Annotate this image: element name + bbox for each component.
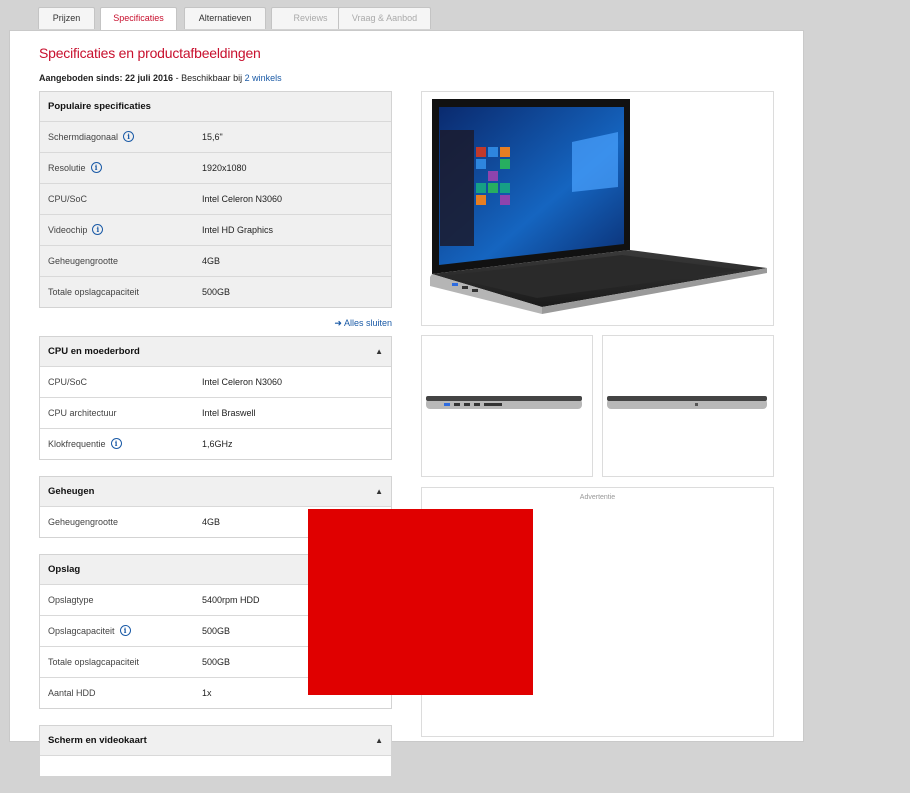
info-icon[interactable]: i	[110, 438, 122, 450]
chevron-up-icon: ▲	[375, 487, 383, 496]
spec-label: Geheugengrootte	[48, 517, 119, 527]
spec-value: 1920x1080	[202, 163, 247, 173]
spec-label: Aantal HDD	[48, 688, 96, 698]
spec-label: Klokfrequentie i	[48, 429, 122, 459]
spec-label: CPU architectuur	[48, 408, 117, 418]
laptop-side-image	[426, 396, 582, 409]
spec-label: Opslagcapaciteit i	[48, 616, 131, 646]
spec-row: CPU/SoC Intel Celeron N3060	[40, 183, 391, 214]
spec-row: Resolutie i 1920x1080	[40, 152, 391, 183]
spec-value: 500GB	[202, 626, 231, 636]
advertisement-label: Advertentie	[579, 494, 616, 501]
spec-value: Intel Celeron N3060	[202, 377, 283, 387]
section-toggle[interactable]: Scherm en videokaart ▲	[40, 726, 391, 755]
info-icon[interactable]: i	[90, 162, 102, 174]
spec-row: Videochip i Intel HD Graphics	[40, 214, 391, 245]
spec-label: Opslagtype	[48, 595, 94, 605]
spec-row: Totale opslagcapaciteit 500GB	[40, 276, 391, 307]
info-icon[interactable]: i	[92, 224, 104, 236]
spec-value: Intel HD Graphics	[202, 225, 274, 235]
section-toggle[interactable]: CPU en moederbord ▲	[40, 337, 391, 366]
section-cpu: CPU en moederbord ▲ CPU/SoC Intel Celeron …	[39, 336, 392, 460]
spec-label: Totale opslagcapaciteit	[48, 287, 140, 297]
spec-label: CPU/SoC	[48, 377, 88, 387]
spec-label: Totale opslagcapaciteit	[48, 657, 140, 667]
offer-meta: Aangeboden sinds: 22 juli 2016 - Beschik…	[39, 73, 282, 83]
spec-value: 1x	[202, 688, 212, 698]
spec-value: 500GB	[202, 657, 231, 667]
spec-label: Geheugengrootte	[48, 256, 119, 266]
section-screen: Scherm en videokaart ▲	[39, 725, 392, 777]
spec-value: Intel Braswell	[202, 408, 256, 418]
close-all-link[interactable]: ➜ Alles sluiten	[39, 308, 392, 336]
laptop-image	[430, 99, 767, 314]
spec-value: 500GB	[202, 287, 231, 297]
spec-label: Schermdiagonaal i	[48, 122, 135, 152]
product-image-side-left[interactable]	[421, 335, 593, 477]
offered-since-label: Aangeboden sinds:	[39, 73, 123, 83]
spec-row: Klokfrequentie i 1,6GHz	[40, 428, 391, 459]
spec-label: Videochip i	[48, 215, 104, 245]
chevron-up-icon: ▲	[375, 736, 383, 745]
red-overlay-block	[308, 509, 533, 695]
spec-row: CPU/SoC Intel Celeron N3060	[40, 366, 391, 397]
spec-value: 4GB	[202, 256, 221, 266]
spec-value: Intel Celeron N3060	[202, 194, 283, 204]
section-popular-specs: Populaire specificaties Schermdiagonaal i…	[39, 91, 392, 308]
tab-prijzen[interactable]: Prijzen	[38, 7, 95, 29]
tab-vraag-aanbod: Vraag & Aanbod	[338, 7, 431, 29]
spec-row: CPU architectuur Intel Braswell	[40, 397, 391, 428]
info-icon[interactable]: i	[123, 131, 135, 143]
section-title: Populaire specificaties	[40, 92, 391, 121]
info-icon[interactable]: i	[119, 625, 131, 637]
chevron-up-icon: ▲	[375, 347, 383, 356]
offered-since-date: 22 juli 2016	[125, 73, 174, 83]
spec-label: Resolutie i	[48, 153, 102, 183]
spec-value: 5400rpm HDD	[202, 595, 260, 605]
spec-label: CPU/SoC	[48, 194, 88, 204]
product-image-main[interactable]	[421, 91, 774, 326]
tab-alternatieven[interactable]: Alternatieven	[184, 7, 266, 29]
tab-specificaties[interactable]: Specificaties	[100, 7, 177, 31]
section-toggle[interactable]: Geheugen ▲	[40, 477, 391, 506]
shops-link[interactable]: 2 winkels	[245, 73, 282, 83]
arrow-right-icon: ➜	[334, 318, 344, 328]
product-image-side-right[interactable]	[602, 335, 774, 477]
page-title: Specificaties en productafbeeldingen	[39, 45, 261, 61]
laptop-side-image	[607, 396, 767, 409]
spec-row: Geheugengrootte 4GB	[40, 245, 391, 276]
spec-value: 1,6GHz	[202, 439, 233, 449]
spec-value: 15,6"	[202, 132, 223, 142]
spec-row	[40, 755, 391, 776]
spec-row: Schermdiagonaal i 15,6"	[40, 121, 391, 152]
availability-text: - Beschikbaar bij	[173, 73, 245, 83]
spec-value: 4GB	[202, 517, 221, 527]
